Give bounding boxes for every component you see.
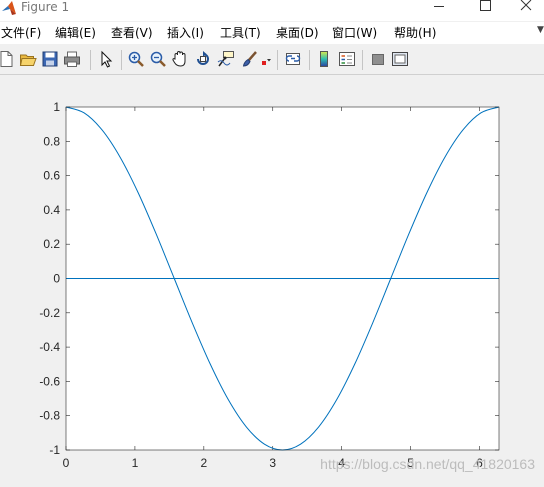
hide-plot-tools-button[interactable]	[369, 50, 387, 68]
zoom-in-icon	[128, 51, 144, 67]
y-tick-label: 0.4	[43, 203, 60, 217]
toolbar-separator	[309, 50, 310, 70]
toolbar-separator	[362, 50, 363, 70]
brush-dropdown-button[interactable]	[262, 50, 272, 68]
zoom-in-button[interactable]	[127, 50, 145, 68]
menu-desktop[interactable]: 桌面(D)	[276, 26, 319, 40]
maximize-button[interactable]	[462, 0, 508, 21]
y-tick-label: 0.8	[43, 134, 60, 148]
menu-view[interactable]: 查看(V)	[111, 26, 153, 40]
brush-icon	[242, 51, 257, 67]
y-tick-label: -0.6	[39, 374, 60, 388]
data-cursor-button[interactable]	[217, 50, 235, 68]
new-figure-button[interactable]	[0, 50, 15, 68]
red-swatch-icon	[262, 59, 271, 65]
minimize-icon	[434, 6, 444, 7]
x-tick-label: 2	[200, 456, 207, 470]
toolbar-separator	[277, 50, 278, 70]
minimize-button[interactable]	[416, 0, 462, 21]
open-file-icon	[19, 54, 37, 66]
figure-canvas: 10.80.60.40.20-0.2-0.4-0.6-0.8-1 0123456…	[39, 100, 535, 472]
window-title: Figure 1	[21, 0, 70, 14]
print-button[interactable]	[63, 50, 81, 68]
menu-edit[interactable]: 编辑(E)	[55, 26, 96, 40]
y-tick-label: -0.8	[39, 409, 60, 423]
close-button[interactable]	[508, 0, 544, 21]
y-tick-label: 0	[53, 272, 60, 286]
menu-tools[interactable]: 工具(T)	[220, 26, 261, 40]
x-tick-label: 1	[132, 456, 139, 470]
y-tick-label: -0.4	[39, 340, 60, 354]
toolbar-separator	[121, 50, 122, 70]
menu-insert[interactable]: 插入(I)	[167, 26, 204, 40]
save-icon	[42, 51, 58, 67]
menu-help[interactable]: 帮助(H)	[394, 26, 436, 40]
legend-icon	[339, 52, 355, 66]
title-bar: Figure 1	[0, 0, 544, 21]
print-icon	[64, 51, 80, 67]
zoom-out-icon	[150, 51, 166, 67]
rotate-3d-button[interactable]	[194, 50, 212, 68]
y-tick-label: -0.2	[39, 306, 60, 320]
link-plot-button[interactable]	[284, 50, 302, 68]
y-tick-label: 0.2	[43, 237, 60, 251]
save-button[interactable]	[41, 50, 59, 68]
maximize-icon	[480, 0, 491, 11]
rotate-3d-icon	[197, 51, 209, 65]
colorbar-button[interactable]	[315, 50, 333, 68]
pan-hand-icon	[172, 50, 186, 67]
new-figure-icon	[0, 51, 13, 67]
hide-plot-tools-icon	[372, 54, 384, 65]
show-plot-tools-button[interactable]	[391, 50, 409, 68]
figure-toolbar	[0, 46, 544, 75]
y-tick-label: 1	[53, 100, 60, 114]
y-tick-label: -1	[49, 443, 60, 457]
show-plot-tools-icon	[392, 52, 408, 66]
data-cursor-icon	[217, 51, 234, 67]
close-icon	[520, 0, 532, 11]
open-file-button[interactable]	[19, 50, 37, 68]
menu-overflow-icon[interactable]: ▼	[537, 25, 544, 35]
link-plot-icon	[285, 53, 301, 65]
legend-button[interactable]	[338, 50, 356, 68]
x-tick-label: 0	[63, 456, 70, 470]
y-tick-label: 0.6	[43, 169, 60, 183]
edit-plot-button[interactable]	[97, 50, 115, 68]
menu-bar: 文件(F) 编辑(E) 查看(V) 插入(I) 工具(T) 桌面(D) 窗口(W…	[0, 22, 544, 44]
zoom-out-button[interactable]	[149, 50, 167, 68]
toolbar-separator	[90, 50, 91, 70]
colorbar-icon	[320, 51, 328, 67]
menu-file[interactable]: 文件(F)	[1, 26, 41, 40]
watermark-text: https://blog.csdn.net/qq_41820163	[320, 456, 535, 472]
matlab-logo-icon	[2, 1, 16, 15]
x-tick-label: 3	[269, 456, 276, 470]
menu-window[interactable]: 窗口(W)	[332, 26, 377, 40]
brush-button[interactable]	[241, 50, 259, 68]
pan-button[interactable]	[171, 50, 189, 68]
edit-plot-arrow-icon	[101, 50, 113, 68]
